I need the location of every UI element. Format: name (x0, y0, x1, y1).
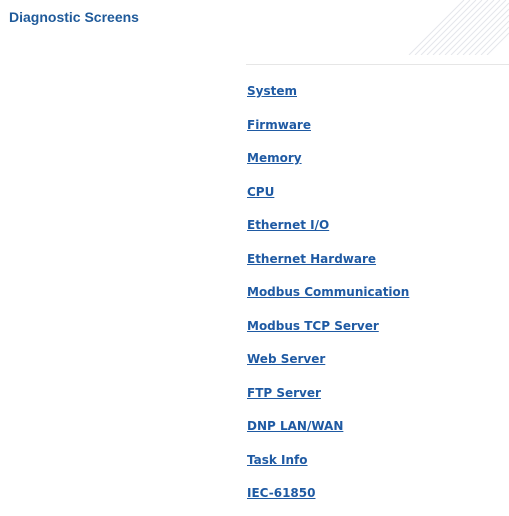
header-divider (246, 64, 509, 65)
nav-item-ethernet-io: Ethernet I/O (247, 214, 409, 248)
nav-item-memory: Memory (247, 147, 409, 181)
memory-link[interactable]: Memory (247, 151, 302, 165)
nav-item-dnp-lan-wan: DNP LAN/WAN (247, 415, 409, 449)
ethernet-io-link[interactable]: Ethernet I/O (247, 218, 329, 232)
dnp-lan-wan-link[interactable]: DNP LAN/WAN (247, 419, 343, 433)
modbus-tcp-server-link[interactable]: Modbus TCP Server (247, 319, 379, 333)
page-title: Diagnostic Screens (9, 9, 139, 25)
iec-61850-link[interactable]: IEC-61850 (247, 486, 315, 500)
nav-item-task-info: Task Info (247, 449, 409, 483)
firmware-link[interactable]: Firmware (247, 118, 311, 132)
ethernet-hardware-link[interactable]: Ethernet Hardware (247, 252, 376, 266)
ftp-server-link[interactable]: FTP Server (247, 386, 321, 400)
web-server-link[interactable]: Web Server (247, 352, 325, 366)
task-info-link[interactable]: Task Info (247, 453, 308, 467)
header-decoration-graphic (408, 0, 509, 55)
system-link[interactable]: System (247, 84, 297, 98)
nav-item-cpu: CPU (247, 181, 409, 215)
nav-item-system: System (247, 80, 409, 114)
header-bar: Diagnostic Screens (0, 0, 509, 62)
nav-item-modbus-tcp-server: Modbus TCP Server (247, 315, 409, 349)
modbus-communication-link[interactable]: Modbus Communication (247, 285, 409, 299)
nav-item-iec-61850: IEC-61850 (247, 482, 409, 516)
nav-item-modbus-communication: Modbus Communication (247, 281, 409, 315)
nav-item-ftp-server: FTP Server (247, 382, 409, 416)
nav-item-firmware: Firmware (247, 114, 409, 148)
diagnostic-nav-list: System Firmware Memory CPU Ethernet I/O … (247, 80, 409, 516)
nav-item-web-server: Web Server (247, 348, 409, 382)
nav-item-ethernet-hardware: Ethernet Hardware (247, 248, 409, 282)
cpu-link[interactable]: CPU (247, 185, 274, 199)
